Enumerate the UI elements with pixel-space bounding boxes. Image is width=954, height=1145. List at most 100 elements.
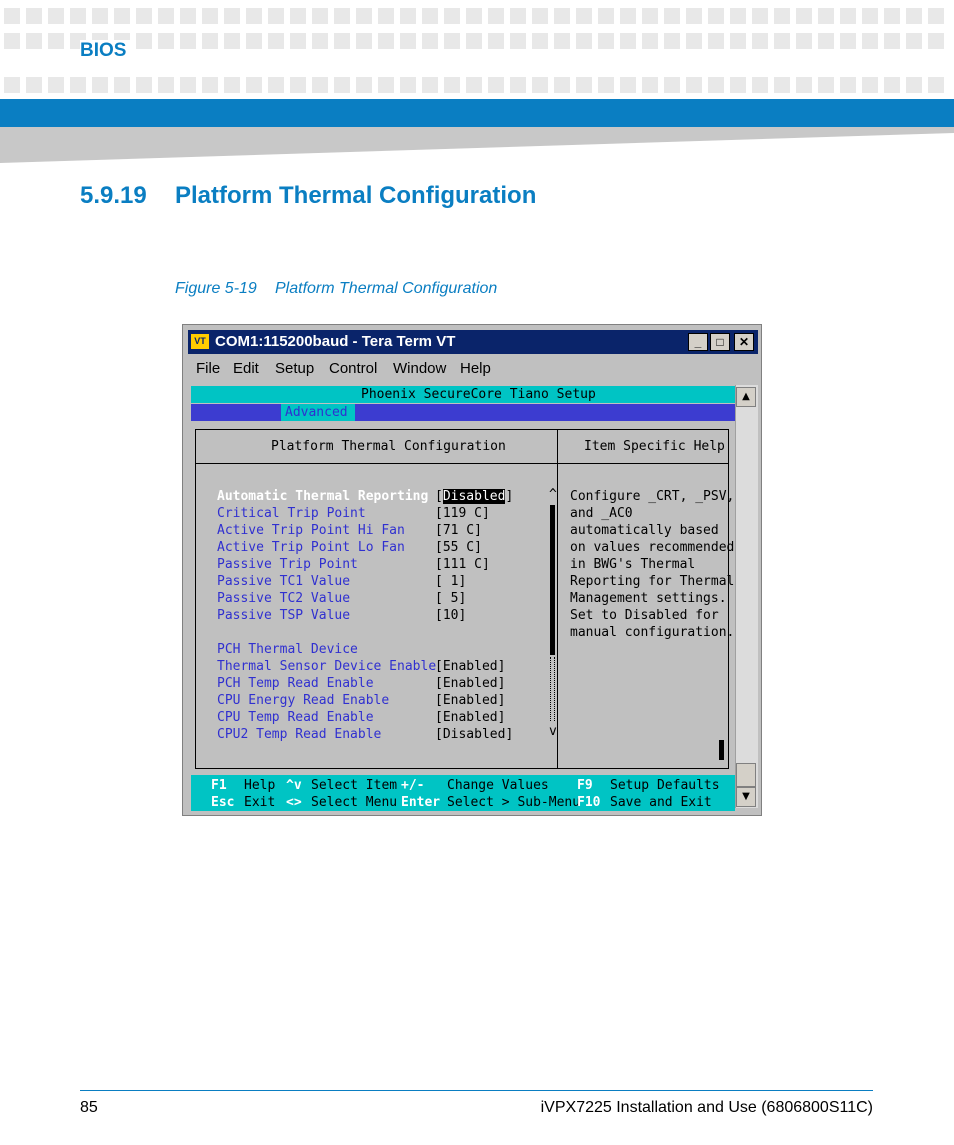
pattern-square (48, 33, 64, 49)
menu-control[interactable]: Control (329, 360, 377, 377)
menu-setup[interactable]: Setup (275, 360, 314, 377)
pattern-square (554, 8, 570, 24)
pattern-square (290, 8, 306, 24)
setting-label[interactable]: Passive TSP Value (217, 607, 350, 624)
help-line: Configure _CRT, _PSV, (570, 489, 735, 504)
pattern-square (840, 33, 856, 49)
setting-value[interactable]: [Disabled] (435, 726, 513, 743)
setting-label[interactable]: Automatic Thermal Reporting (217, 488, 428, 505)
window-scrollbar[interactable]: ▲ ▼ (735, 385, 758, 808)
pattern-square (642, 33, 658, 49)
panel-scroll-up[interactable]: ^ (549, 486, 557, 503)
pattern-square (356, 77, 372, 93)
pattern-square (312, 33, 328, 49)
pattern-square (554, 33, 570, 49)
pattern-square (268, 33, 284, 49)
menu-bar: File Edit Setup Control Window Help (188, 358, 758, 380)
scroll-thumb[interactable] (736, 763, 756, 787)
pattern-square (26, 33, 42, 49)
bios-screen: Phoenix SecureCore Tiano Setup Advanced … (191, 385, 735, 812)
pattern-square (884, 8, 900, 24)
key-name: Esc (211, 795, 235, 810)
menu-file[interactable]: File (196, 360, 220, 377)
setting-label[interactable]: CPU Temp Read Enable (217, 709, 374, 726)
menu-window[interactable]: Window (393, 360, 446, 377)
window-title: COM1:115200baud - Tera Term VT (215, 333, 456, 350)
pattern-square (400, 33, 416, 49)
pattern-square (180, 33, 196, 49)
pattern-square (356, 33, 372, 49)
setting-label[interactable]: Thermal Sensor Device Enable (217, 658, 436, 675)
help-title-rule (558, 463, 729, 464)
setting-value-selected[interactable]: [Disabled] (435, 488, 513, 505)
help-line: Set to Disabled for (570, 608, 719, 623)
setting-label[interactable]: CPU2 Temp Read Enable (217, 726, 381, 743)
pattern-square (26, 77, 42, 93)
pattern-square (334, 8, 350, 24)
setting-value[interactable]: [Enabled] (435, 692, 505, 709)
close-icon[interactable]: ✕ (734, 333, 754, 351)
setting-label[interactable]: CPU Energy Read Enable (217, 692, 389, 709)
pattern-square (664, 77, 680, 93)
setting-value[interactable]: [111 C] (435, 556, 490, 573)
pattern-square (4, 8, 20, 24)
setting-value[interactable]: [71 C] (435, 522, 482, 539)
selected-value-highlight[interactable]: Disabled (442, 489, 506, 504)
pattern-square (246, 8, 262, 24)
pattern-square (862, 8, 878, 24)
key-name: F10 (577, 795, 601, 810)
window-titlebar: VT COM1:115200baud - Tera Term VT _ □ ✕ (188, 330, 758, 354)
pattern-square (422, 77, 438, 93)
pattern-square (576, 8, 592, 24)
pattern-square (466, 33, 482, 49)
pattern-square (774, 33, 790, 49)
menu-edit[interactable]: Edit (233, 360, 259, 377)
panel-scroll-thumb[interactable] (550, 505, 555, 655)
pattern-square (730, 33, 746, 49)
setting-value[interactable]: [ 1] (435, 573, 466, 590)
pattern-square (686, 8, 702, 24)
maximize-icon[interactable]: □ (710, 333, 730, 351)
setting-label[interactable]: Passive Trip Point (217, 556, 358, 573)
pattern-square (114, 8, 130, 24)
setting-label[interactable]: Critical Trip Point (217, 505, 366, 522)
key-description: Save and Exit (610, 795, 712, 810)
scroll-up-icon[interactable]: ▲ (736, 387, 756, 407)
pattern-square (928, 33, 944, 49)
pattern-square (752, 33, 768, 49)
pattern-square (224, 33, 240, 49)
setting-value[interactable]: [Enabled] (435, 675, 505, 692)
pattern-square (642, 8, 658, 24)
tab-advanced[interactable]: Advanced (285, 404, 348, 421)
pattern-square (576, 33, 592, 49)
setting-value[interactable]: [10] (435, 607, 466, 624)
pattern-square (70, 77, 86, 93)
setting-value[interactable]: [Enabled] (435, 709, 505, 726)
setting-label[interactable]: Active Trip Point Hi Fan (217, 522, 405, 539)
pattern-square (620, 77, 636, 93)
setting-label[interactable]: Passive TC2 Value (217, 590, 350, 607)
pattern-square (422, 33, 438, 49)
panel-scroll-down[interactable]: v (549, 723, 557, 740)
setting-label[interactable]: Passive TC1 Value (217, 573, 350, 590)
pattern-square (906, 77, 922, 93)
pattern-square (158, 8, 174, 24)
pattern-square (466, 77, 482, 93)
key-name: Enter (401, 795, 441, 810)
setting-label[interactable]: Active Trip Point Lo Fan (217, 539, 405, 556)
panel-divider (557, 429, 558, 769)
pattern-square (532, 77, 548, 93)
setting-value[interactable]: [Enabled] (435, 658, 505, 675)
minimize-icon[interactable]: _ (688, 333, 708, 351)
setting-value[interactable]: [ 5] (435, 590, 466, 607)
setup-title: Phoenix SecureCore Tiano Setup (361, 387, 596, 402)
pattern-square (224, 8, 240, 24)
panel-scroll-track (550, 657, 555, 721)
setting-value[interactable]: [119 C] (435, 505, 490, 522)
setting-label[interactable]: PCH Temp Read Enable (217, 675, 374, 692)
menu-help[interactable]: Help (460, 360, 491, 377)
setting-label[interactable]: PCH Thermal Device (217, 641, 358, 658)
setting-value[interactable]: [55 C] (435, 539, 482, 556)
pattern-square (312, 77, 328, 93)
scroll-down-icon[interactable]: ▼ (736, 787, 756, 807)
